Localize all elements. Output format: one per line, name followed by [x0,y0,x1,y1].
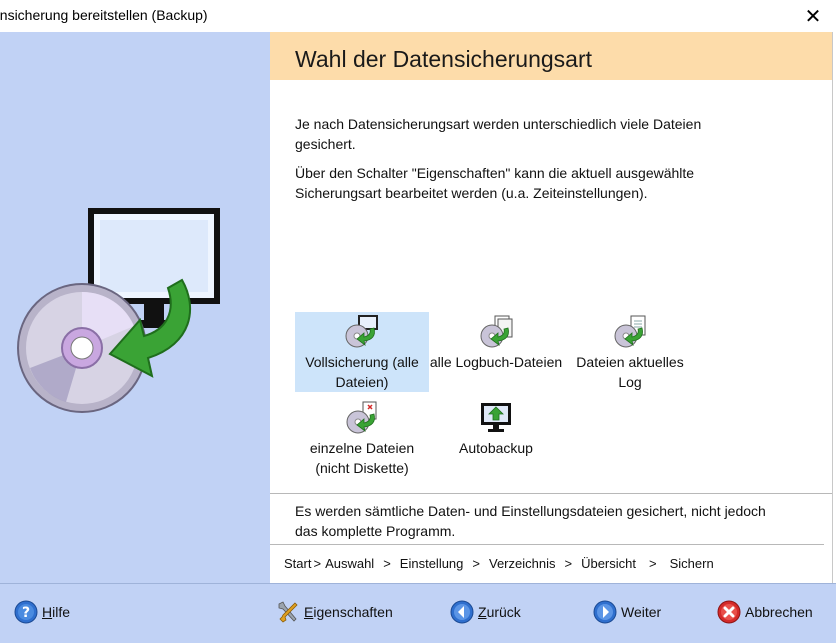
back-arrow-icon [450,600,474,624]
breadcrumb-separator: > [313,556,322,571]
help-button[interactable]: ? Hilfe [14,598,70,626]
option-label: Vollsicherung (alle Dateien) [305,354,419,390]
close-icon: ✕ [804,5,822,28]
breadcrumb-step-verzeichnis: Verzeichnis [489,556,556,571]
window-title: ensicherung bereitstellen (Backup) [0,7,208,23]
page-header: Wahl der Datensicherungsart [270,32,832,80]
full-backup-icon [345,315,378,348]
tools-icon [278,601,298,623]
breadcrumb-separator: > [564,556,573,571]
breadcrumb-step-start: Start [284,556,312,571]
close-button[interactable]: ✕ [790,0,836,32]
next-button[interactable]: Weiter [593,598,661,626]
option-logbook-files[interactable]: alle Logbuch-Dateien [429,312,563,392]
breadcrumb-step-uebersicht: Übersicht [581,556,636,571]
breadcrumb-divider [270,544,824,545]
back-label: Zurück [478,604,521,620]
cancel-label: Abbrechen [745,604,813,620]
option-label: einzelne Dateien (nicht Diskette) [309,440,415,476]
option-label: alle Logbuch-Dateien [429,354,563,370]
breadcrumb-separator: > [472,556,480,571]
breadcrumb-separator: > [383,556,391,571]
wizard-content: Wahl der Datensicherungsart Je nach Date… [270,32,832,583]
option-full-backup[interactable]: Vollsicherung (alle Dateien) [295,312,429,392]
window-right-edge [832,32,836,583]
svg-text:?: ? [22,605,30,621]
description-divider [270,493,832,494]
wizard-side-panel [0,32,270,583]
cancel-x-icon [717,600,741,624]
breadcrumb-separator: > [649,556,657,571]
intro-paragraph-1: Je nach Datensicherungsart werden unters… [295,116,702,152]
button-bar: ? Hilfe Eigenschaften Zurück Weiter Abbr… [0,583,836,643]
forward-arrow-icon [593,600,617,624]
help-icon: ? [14,600,38,624]
breadcrumb-step-sichern: Sichern [669,556,714,571]
breadcrumb: Start > Auswahl > Einstellung > Verzeichnis > Üb… [284,556,714,571]
backup-disc-monitor-icon [17,208,220,413]
selection-description: Es werden sämtliche Daten- und Einstellu… [295,503,766,539]
current-log-backup-icon [614,315,646,348]
option-autobackup[interactable]: Autobackup [429,398,563,478]
cancel-button[interactable]: Abbrechen [717,598,813,626]
logbook-backup-icon [480,315,513,348]
autobackup-monitor-icon [481,403,511,432]
intro-paragraph-2: Über den Schalter "Eigenschaften" kann d… [295,165,695,201]
breadcrumb-step-auswahl: Auswahl [325,556,375,571]
option-current-log-files[interactable]: Dateien aktuelles Log [563,312,697,392]
option-single-files[interactable]: einzelne Dateien (nicht Diskette) [295,398,429,478]
properties-button[interactable]: Eigenschaften [276,598,393,626]
breadcrumb-step-einstellung: Einstellung [399,556,464,571]
option-label: Autobackup [459,440,533,456]
title-bar: ensicherung bereitstellen (Backup) ✕ [0,0,836,32]
single-files-backup-icon [346,401,377,434]
page-title: Wahl der Datensicherungsart [295,46,593,72]
help-label: Hilfe [42,604,71,620]
next-label: Weiter [621,604,662,620]
properties-label: Eigenschaften [304,604,393,620]
back-button[interactable]: Zurück [450,598,521,626]
option-label: Dateien aktuelles Log [576,354,684,390]
